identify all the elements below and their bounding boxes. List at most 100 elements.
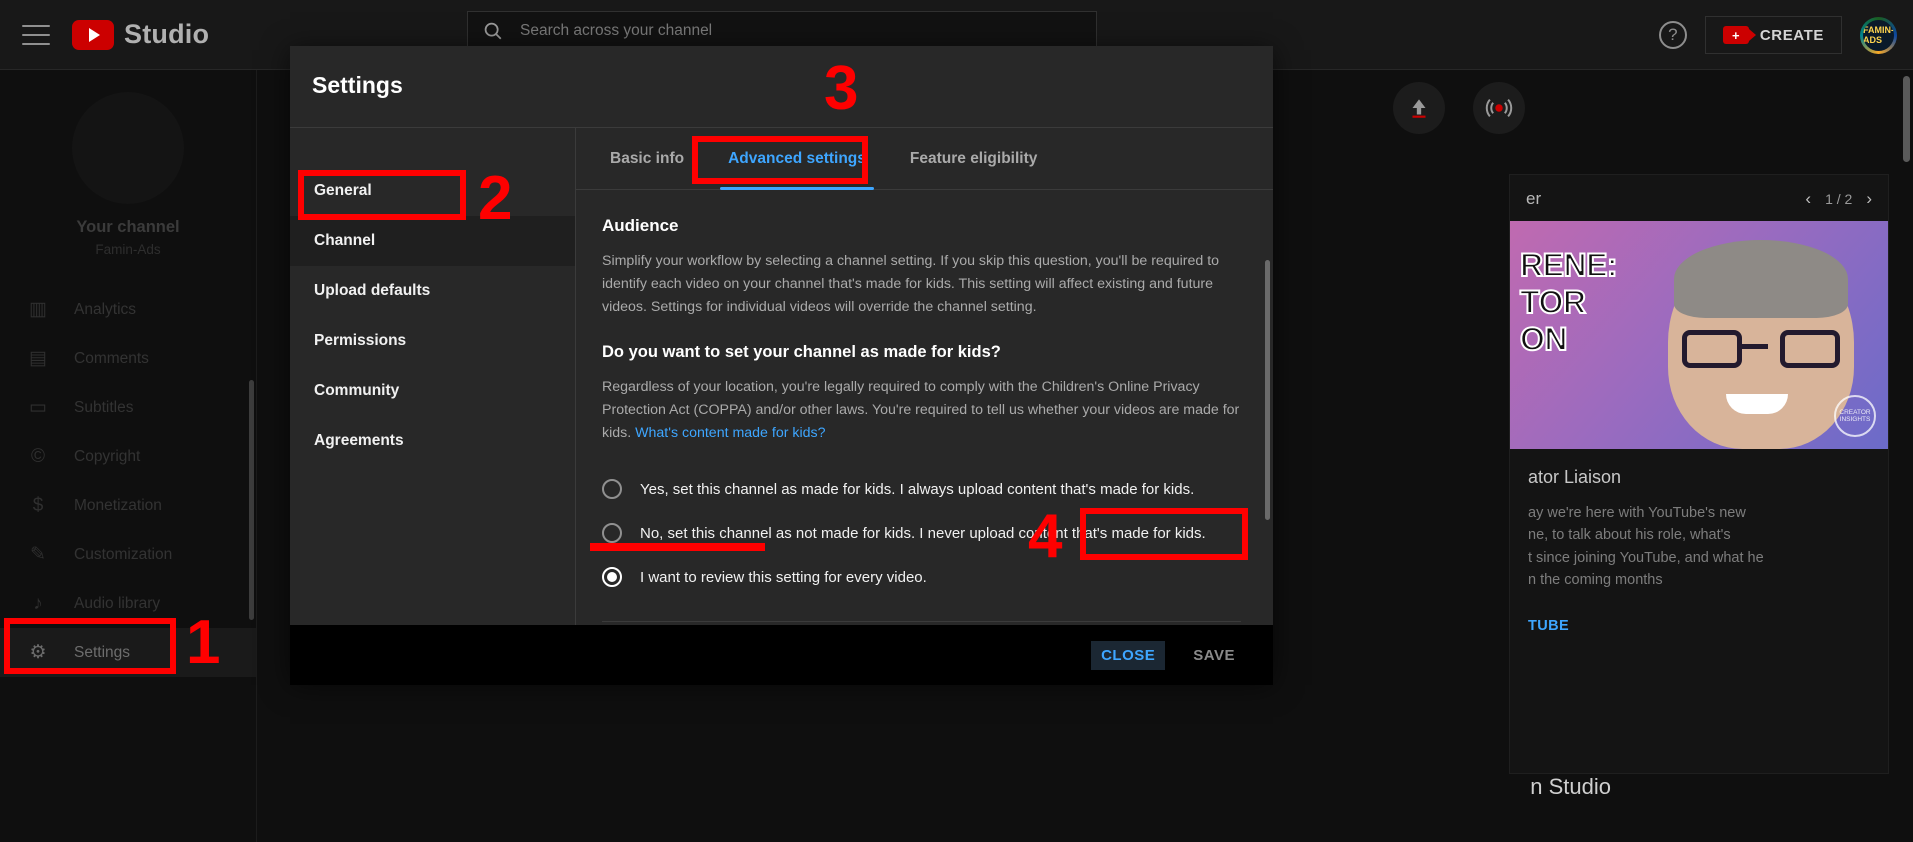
sidebar-item-copyright[interactable]: © Copyright — [0, 432, 256, 481]
news-card-body: ator Liaison ay we're here with YouTube'… — [1510, 449, 1888, 635]
channel-avatar[interactable] — [72, 92, 184, 204]
radio-label: No, set this channel as not made for kid… — [640, 524, 1206, 542]
tab-basic-info[interactable]: Basic info — [588, 128, 706, 190]
radio-label: I want to review this setting for every … — [640, 568, 927, 586]
magic-wand-icon: ✎ — [30, 544, 46, 565]
help-circle-icon[interactable]: ? — [1658, 21, 1687, 49]
channel-name: Famin-Ads — [95, 242, 161, 257]
sidebar-item-label: Monetization — [74, 496, 162, 514]
sidebar-item-label: Customization — [74, 545, 173, 563]
radio-option-yes[interactable]: Yes, set this channel as made for kids. … — [602, 467, 1241, 511]
settings-dialog: Settings General Channel Upload defaults… — [290, 46, 1273, 681]
create-button[interactable]: + CREATE — [1704, 16, 1842, 54]
left-sidebar: Your channel Famin-Ads ▥ Analytics ▤ Com… — [0, 70, 257, 842]
studio-label: n Studio — [1530, 774, 1611, 799]
news-heading: ator Liaison — [1528, 467, 1622, 487]
dialog-nav-label: Permissions — [314, 332, 407, 349]
news-link[interactable]: TUBE — [1528, 618, 1569, 634]
sidebar-item-comments[interactable]: ▤ Comments — [0, 334, 256, 383]
sidebar-item-customization[interactable]: ✎ Customization — [0, 530, 256, 579]
close-button[interactable]: CLOSE — [1091, 640, 1166, 670]
radio-icon[interactable] — [602, 479, 622, 499]
dialog-nav-general[interactable]: General — [290, 166, 575, 216]
audience-section-title: Audience — [602, 216, 679, 235]
dialog-nav-community[interactable]: Community — [290, 366, 575, 416]
search-bar[interactable] — [467, 11, 1097, 51]
bar-chart-icon: ▥ — [29, 299, 47, 320]
creator-insider-badge: CREATOR INSIGHTS — [1834, 395, 1876, 437]
subtitles-icon: ▭ — [29, 397, 47, 418]
tab-label: Feature eligibility — [909, 149, 1038, 167]
audience-radio-group: Yes, set this channel as made for kids. … — [602, 467, 1241, 599]
dialog-nav-label: General — [314, 182, 372, 199]
thumbnail-text: RENE: TOR ON — [1519, 246, 1619, 358]
tab-label: Advanced settings — [728, 149, 866, 167]
news-card-title: er — [1526, 189, 1542, 208]
dialog-content: Basic info Advanced settings Feature eli… — [576, 128, 1273, 681]
tab-advanced-settings[interactable]: Advanced settings — [706, 128, 888, 190]
sidebar-item-analytics[interactable]: ▥ Analytics — [0, 285, 256, 334]
dialog-footer: CLOSE SAVE — [290, 625, 1273, 685]
audience-question: Do you want to set your channel as made … — [602, 343, 1001, 361]
sidebar-item-label: Settings — [74, 643, 131, 661]
news-thumbnail[interactable]: RENE: TOR ON CREATOR INSIGHTS — [1510, 221, 1888, 449]
dialog-scrollbar[interactable] — [1265, 260, 1270, 520]
news-paragraph: ay we're here with YouTube's new ne, to t… — [1528, 505, 1764, 589]
gear-icon: ⚙ — [29, 642, 47, 663]
news-card-header: er ‹ 1 / 2 › — [1510, 175, 1888, 221]
dialog-nav-agreements[interactable]: Agreements — [290, 416, 575, 466]
chevron-right-icon[interactable]: › — [1866, 189, 1872, 209]
sidebar-item-subtitles[interactable]: ▭ Subtitles — [0, 383, 256, 432]
annotation-underline-google-ads — [590, 543, 765, 551]
dialog-nav-label: Agreements — [314, 432, 404, 449]
dialog-nav: General Channel Upload defaults Permissi… — [290, 128, 575, 681]
youtube-play-icon — [72, 19, 114, 50]
news-card-pager: ‹ 1 / 2 › — [1805, 189, 1872, 209]
top-bar-actions: ? + CREATE FAMIN-ADS — [1658, 0, 1897, 70]
dollar-icon: $ — [32, 494, 44, 516]
tab-label: Basic info — [610, 149, 685, 167]
page-scrollbar[interactable] — [1903, 76, 1910, 162]
studio-logo[interactable]: Studio — [72, 19, 209, 50]
sidebar-item-label: Audio library — [74, 594, 161, 612]
upload-icon[interactable] — [1393, 82, 1445, 134]
annotation-number-4: 4 — [1028, 502, 1063, 571]
go-live-icon[interactable] — [1473, 82, 1525, 134]
dialog-title: Settings — [312, 72, 403, 98]
section-divider — [602, 621, 1241, 622]
radio-label: Yes, set this channel as made for kids. … — [640, 480, 1195, 498]
create-label: CREATE — [1759, 26, 1824, 44]
avatar-initials: FAMIN-ADS — [1863, 19, 1894, 51]
audience-description: Simplify your workflow by selecting a ch… — [602, 253, 1220, 315]
sidebar-scrollbar[interactable] — [249, 380, 254, 620]
radio-icon[interactable] — [602, 523, 622, 543]
sidebar-item-monetization[interactable]: $ Monetization — [0, 481, 256, 530]
advanced-settings-pane: Audience Simplify your workflow by selec… — [576, 190, 1273, 681]
search-input[interactable] — [520, 22, 1082, 40]
coppa-link[interactable]: What's content made for kids? — [635, 425, 825, 441]
comment-icon: ▤ — [29, 348, 47, 369]
radio-icon-selected[interactable] — [602, 567, 622, 587]
sidebar-item-label: Analytics — [74, 300, 137, 318]
save-button[interactable]: SAVE — [1183, 641, 1245, 670]
dashboard-actions — [1393, 82, 1525, 134]
copyright-icon: © — [31, 445, 45, 467]
annotation-number-3: 3 — [824, 54, 859, 123]
search-icon — [484, 22, 502, 40]
dialog-nav-channel[interactable]: Channel — [290, 216, 575, 266]
dialog-body: General Channel Upload defaults Permissi… — [290, 128, 1273, 681]
dialog-nav-label: Community — [314, 382, 400, 399]
studio-wordmark: Studio — [124, 19, 210, 49]
tab-feature-eligibility[interactable]: Feature eligibility — [888, 128, 1059, 190]
channel-heading: Your channel — [76, 218, 180, 236]
avatar[interactable]: FAMIN-ADS — [1860, 16, 1897, 54]
dialog-nav-permissions[interactable]: Permissions — [290, 316, 575, 366]
hamburger-icon[interactable] — [22, 24, 50, 45]
chevron-left-icon[interactable]: ‹ — [1805, 189, 1811, 209]
pager-count: 1 / 2 — [1825, 191, 1853, 207]
thumbnail-person — [1668, 240, 1854, 449]
youtube-studio-window: Studio ? + CREATE FAMIN-ADS Your channel… — [0, 0, 1913, 842]
radio-option-review-each[interactable]: I want to review this setting for every … — [602, 555, 1241, 599]
sidebar-item-label: Copyright — [74, 447, 141, 465]
dialog-nav-upload-defaults[interactable]: Upload defaults — [290, 266, 575, 316]
